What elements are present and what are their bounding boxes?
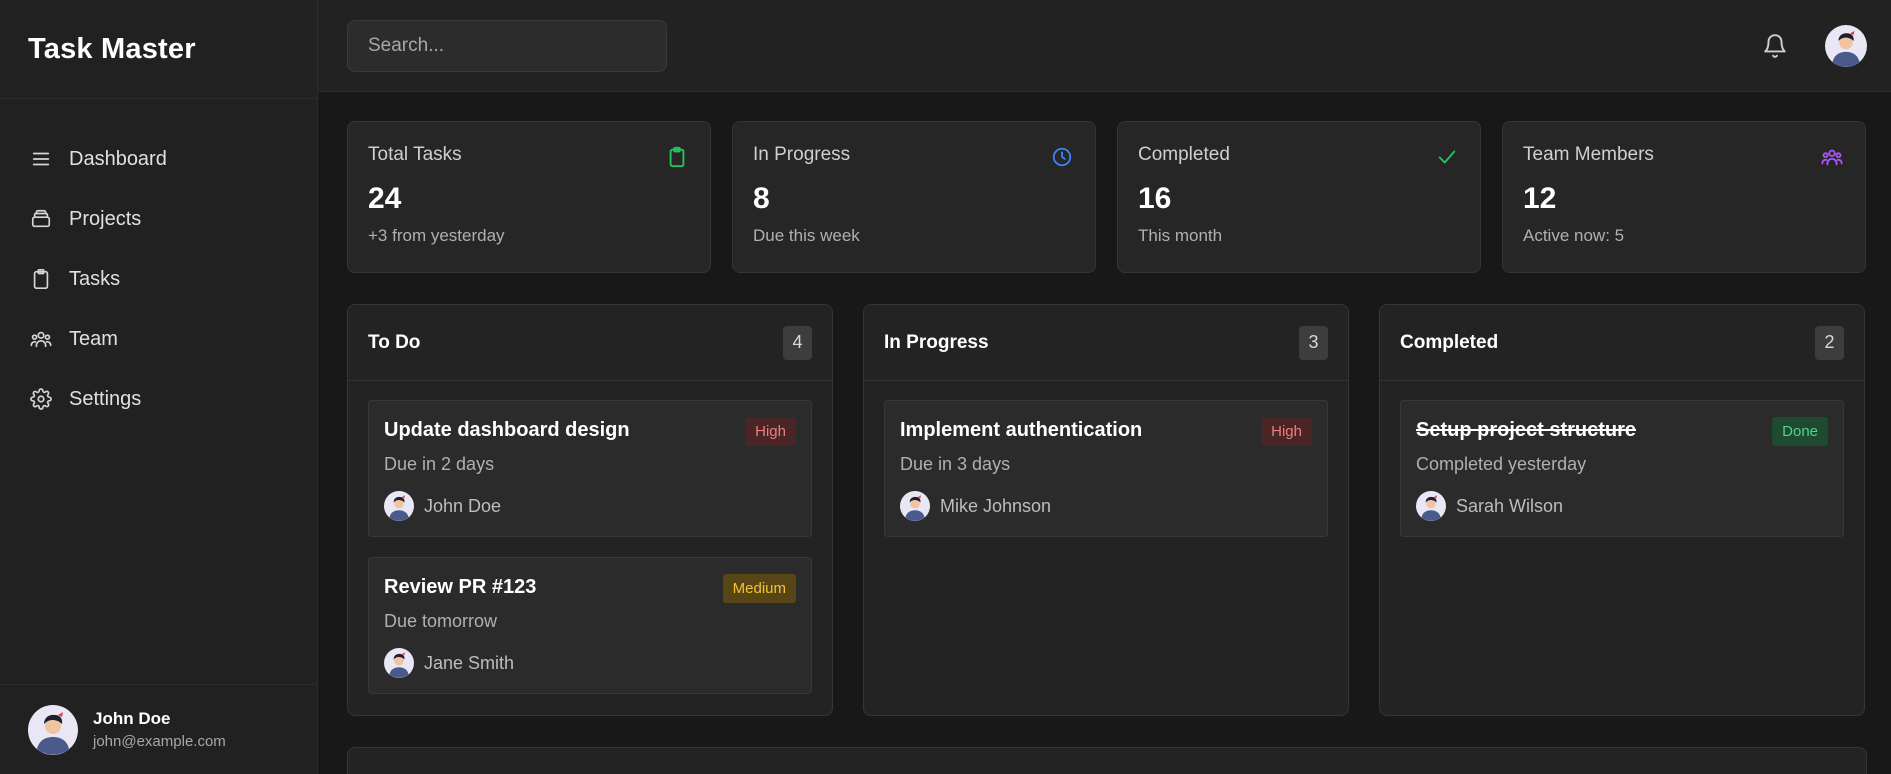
task-assignee: John Doe [384,491,796,521]
priority-badge: Medium [722,574,796,603]
column-title: In Progress [884,331,989,353]
stat-value: 8 [753,182,770,215]
stat-card-completed: Completed 16 This month [1117,121,1481,273]
topbar-actions [1761,24,1867,67]
avatar [1416,491,1446,521]
column-title: To Do [368,331,421,353]
task-due: Due in 3 days [900,454,1011,474]
sidebar-nav: Dashboard Projects Tasks Team Settings [0,99,317,684]
task-card[interactable]: Review PR #123 Medium Due tomorrow Jane … [368,557,812,694]
priority-badge: High [745,417,796,446]
bottom-panel [347,747,1867,774]
task-assignee: Jane Smith [384,648,796,678]
task-card[interactable]: Setup project structure Done Completed y… [1400,400,1844,537]
stat-subtext: Active now: 5 [1523,226,1625,245]
count-badge: 4 [783,325,812,360]
main-area: Total Tasks 24 +3 from yesterday In Prog… [318,0,1891,774]
stat-card-in-progress: In Progress 8 Due this week [732,121,1096,273]
stat-value: 16 [1138,182,1172,215]
users-icon [1821,146,1843,168]
assignee-name: Mike Johnson [940,495,1052,516]
task-due: Due in 2 days [384,454,495,474]
user-name: John Doe [93,709,171,728]
users-icon [29,327,53,351]
sidebar-item-tasks[interactable]: Tasks [0,249,317,309]
current-user[interactable]: John Doe john@example.com [0,684,317,774]
task-title: Implement authentication [900,419,1143,441]
layers-icon [29,207,53,231]
column-todo: To Do 4 Update dashboard design High Due… [347,304,833,716]
stat-subtext: Due this week [753,226,860,245]
avatar [384,491,414,521]
sidebar-item-dashboard[interactable]: Dashboard [0,129,317,189]
sidebar-item-label: Settings [69,387,142,410]
stat-label: Team Members [1523,144,1654,165]
sidebar-item-label: Projects [69,207,142,230]
task-title: Setup project structure [1416,419,1637,441]
count-badge: 3 [1299,325,1328,360]
column-body: Implement authentication High Due in 3 d… [864,381,1348,537]
user-email: john@example.com [93,733,226,750]
stat-value: 24 [368,182,402,215]
sidebar-item-projects[interactable]: Projects [0,189,317,249]
clock-icon [1051,146,1073,168]
sidebar-item-label: Tasks [69,267,121,290]
assignee-name: John Doe [424,495,502,516]
menu-icon [29,147,53,171]
task-card[interactable]: Implement authentication High Due in 3 d… [884,400,1328,537]
avatar[interactable] [1825,24,1867,67]
task-card[interactable]: Update dashboard design High Due in 2 da… [368,400,812,537]
sidebar-item-label: Team [69,327,118,350]
task-title: Update dashboard design [384,419,630,441]
task-assignee: Mike Johnson [900,491,1312,521]
search-input[interactable] [347,19,667,72]
gear-icon [29,387,53,411]
column-header: To Do 4 [348,305,832,381]
task-due: Completed yesterday [1416,454,1587,474]
task-assignee: Sarah Wilson [1416,491,1828,521]
user-info: John Doe john@example.com [93,709,226,750]
stat-subtext: This month [1138,226,1223,245]
column-header: Completed 2 [1380,305,1864,381]
kanban-board: To Do 4 Update dashboard design High Due… [347,304,1867,716]
status-badge: Done [1772,417,1828,446]
sidebar: Task Master Dashboard Projects Tasks Tea… [0,0,318,774]
stat-label: Completed [1138,144,1230,165]
stat-subtext: +3 from yesterday [368,226,505,245]
avatar [28,704,78,755]
stat-card-team-members: Team Members 12 Active now: 5 [1502,121,1866,273]
app-title: Task Master [28,32,196,65]
check-icon [1436,146,1458,168]
column-header: In Progress 3 [864,305,1348,381]
stat-value: 12 [1523,182,1557,215]
avatar [384,648,414,678]
stats-row: Total Tasks 24 +3 from yesterday In Prog… [347,121,1867,273]
sidebar-item-settings[interactable]: Settings [0,369,317,429]
clipboard-icon [29,267,53,291]
column-completed: Completed 2 Setup project structure Done… [1379,304,1865,716]
topbar [318,0,1891,92]
app-root: Task Master Dashboard Projects Tasks Tea… [0,0,1891,774]
stat-label: In Progress [753,144,851,165]
column-body: Update dashboard design High Due in 2 da… [348,381,832,694]
priority-badge: High [1261,417,1312,446]
stat-card-total-tasks: Total Tasks 24 +3 from yesterday [347,121,711,273]
column-body: Setup project structure Done Completed y… [1380,381,1864,537]
column-in-progress: In Progress 3 Implement authentication H… [863,304,1349,716]
brand: Task Master [0,0,317,99]
column-title: Completed [1400,331,1499,353]
dashboard-content: Total Tasks 24 +3 from yesterday In Prog… [318,92,1891,774]
task-due: Due tomorrow [384,611,498,631]
assignee-name: Jane Smith [424,652,515,673]
clipboard-icon [666,146,688,168]
avatar [900,491,930,521]
sidebar-item-team[interactable]: Team [0,309,317,369]
sidebar-item-label: Dashboard [69,147,167,170]
stat-label: Total Tasks [368,144,462,165]
bell-icon[interactable] [1761,32,1789,60]
assignee-name: Sarah Wilson [1456,495,1564,516]
count-badge: 2 [1815,325,1844,360]
